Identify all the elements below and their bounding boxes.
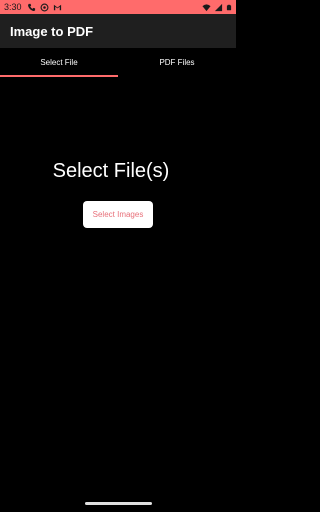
tab-pdf-files[interactable]: PDF Files xyxy=(118,48,236,77)
phone-icon xyxy=(27,3,35,11)
vpn-icon xyxy=(40,3,48,11)
tab-indicator xyxy=(0,75,118,77)
signal-icon xyxy=(214,3,223,11)
app-bar: Image to PDF xyxy=(0,14,236,48)
status-bar: 3:30 xyxy=(0,0,236,14)
main-heading: Select File(s) xyxy=(52,160,170,182)
tab-select-file[interactable]: Select File xyxy=(0,48,118,77)
tab-bar: Select File PDF Files xyxy=(0,48,236,77)
select-images-button[interactable]: Select Images xyxy=(83,201,153,228)
gmail-icon xyxy=(53,4,61,10)
app-title: Image to PDF xyxy=(10,23,94,39)
tab-select-file-label: Select File xyxy=(40,58,78,67)
status-time: 3:30 xyxy=(4,2,22,12)
tab-pdf-files-label: PDF Files xyxy=(159,58,195,67)
status-right xyxy=(202,3,232,12)
battery-icon xyxy=(226,4,232,10)
status-left: 3:30 xyxy=(4,2,62,12)
home-indicator[interactable] xyxy=(85,502,152,505)
wifi-icon xyxy=(202,3,211,11)
